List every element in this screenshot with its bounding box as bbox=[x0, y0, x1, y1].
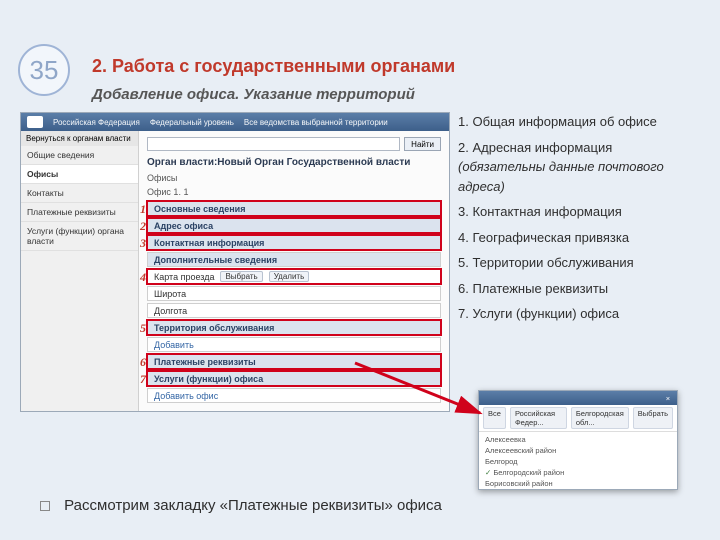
territory-popup: × Все Российская Федер... Белгородская о… bbox=[478, 390, 678, 490]
annotation-3: 3. Контактная информация bbox=[458, 202, 706, 222]
section-title: 2. Работа с государственными органами bbox=[92, 56, 455, 77]
annotation-5: 5. Территории обслуживания bbox=[458, 253, 706, 273]
map-delete-button[interactable]: Удалить bbox=[269, 271, 310, 282]
annotation-6: 6. Платежные реквизиты bbox=[458, 279, 706, 299]
search-button[interactable]: Найти bbox=[404, 137, 441, 151]
callout-number-7: 7 bbox=[132, 372, 146, 387]
topbar-crumb-2[interactable]: Федеральный уровень bbox=[150, 118, 234, 127]
offices-heading: Офисы bbox=[147, 173, 441, 183]
annotation-7: 7. Услуги (функции) офиса bbox=[458, 304, 706, 324]
row-map: 4 Карта проезда Выбрать Удалить bbox=[147, 269, 441, 284]
popup-item[interactable]: Белгород bbox=[485, 456, 671, 467]
row-general-info[interactable]: 1 Основные сведения bbox=[147, 201, 441, 216]
popup-tab-belgorod[interactable]: Белгородская обл... bbox=[571, 407, 629, 429]
row-address[interactable]: 2 Адрес офиса bbox=[147, 218, 441, 233]
sidebar-item-services[interactable]: Услуги (функции) органа власти bbox=[21, 222, 138, 251]
row-add-office[interactable]: Добавить офис bbox=[147, 388, 441, 403]
row-latitude[interactable]: Широта bbox=[147, 286, 441, 301]
topbar-crumb-3[interactable]: Все ведомства выбранной территории bbox=[244, 118, 388, 127]
callout-number-5: 5 bbox=[132, 321, 146, 336]
slide-number-badge: 35 bbox=[18, 44, 70, 96]
app-topbar: Российская Федерация Федеральный уровень… bbox=[21, 113, 449, 131]
main-panel: Найти Орган власти:Новый Орган Государст… bbox=[139, 131, 449, 411]
row-territory[interactable]: 5 Территория обслуживания bbox=[147, 320, 441, 335]
footer-note: Рассмотрим закладку «Платежные реквизиты… bbox=[40, 497, 442, 514]
callout-number-4: 4 bbox=[132, 270, 146, 285]
close-icon[interactable]: × bbox=[663, 394, 673, 403]
row-extra-section[interactable]: Дополнительные сведения bbox=[147, 252, 441, 267]
annotation-4: 4. Географическая привязка bbox=[458, 228, 706, 248]
annotation-list: 1. Общая информация об офисе 2. Адресная… bbox=[458, 112, 706, 330]
annotation-1: 1. Общая информация об офисе bbox=[458, 112, 706, 132]
popup-tab-russia[interactable]: Российская Федер... bbox=[510, 407, 567, 429]
search-input[interactable] bbox=[147, 137, 400, 151]
sidebar: Вернуться к органам власти Общие сведени… bbox=[21, 131, 139, 411]
sidebar-back-link[interactable]: Вернуться к органам власти bbox=[21, 131, 138, 146]
callout-number-2: 2 bbox=[132, 219, 146, 234]
row-contact-info[interactable]: 3 Контактная информация bbox=[147, 235, 441, 250]
callout-number-1: 1 bbox=[132, 202, 146, 217]
row-add-territory[interactable]: Добавить bbox=[147, 337, 441, 352]
sidebar-item-payments[interactable]: Платежные реквизиты bbox=[21, 203, 138, 222]
callout-number-3: 3 bbox=[132, 236, 146, 251]
sidebar-item-general[interactable]: Общие сведения bbox=[21, 146, 138, 165]
row-longitude[interactable]: Долгота bbox=[147, 303, 441, 318]
office-heading: Офис 1. 1 bbox=[147, 187, 441, 197]
sidebar-item-contacts[interactable]: Контакты bbox=[21, 184, 138, 203]
app-screenshot: Российская Федерация Федеральный уровень… bbox=[20, 112, 450, 412]
callout-number-6: 6 bbox=[132, 355, 146, 370]
map-select-button[interactable]: Выбрать bbox=[220, 271, 262, 282]
popup-titlebar: × bbox=[479, 391, 677, 405]
popup-item[interactable]: Алексеевка bbox=[485, 434, 671, 445]
popup-item[interactable]: Борисовский район bbox=[485, 478, 671, 489]
topbar-crumb-1[interactable]: Российская Федерация bbox=[53, 118, 140, 127]
row-office-services[interactable]: 7 Услуги (функции) офиса bbox=[147, 371, 441, 386]
sidebar-item-offices[interactable]: Офисы bbox=[21, 165, 138, 184]
popup-select-button[interactable]: Выбрать bbox=[633, 407, 673, 429]
popup-item-checked[interactable]: Белгородский район bbox=[485, 467, 671, 478]
org-title: Орган власти:Новый Орган Государственной… bbox=[147, 157, 441, 168]
annotation-2: 2. Адресная информация (обязательны данн… bbox=[458, 138, 706, 197]
bullet-icon bbox=[40, 501, 50, 511]
row-payment[interactable]: 6 Платежные реквизиты bbox=[147, 354, 441, 369]
section-subtitle: Добавление офиса. Указание территорий bbox=[92, 86, 415, 103]
popup-item[interactable]: Алексеевский район bbox=[485, 445, 671, 456]
popup-list: Алексеевка Алексеевский район Белгород Б… bbox=[479, 432, 677, 489]
popup-tab-all[interactable]: Все bbox=[483, 407, 506, 429]
app-logo bbox=[27, 116, 43, 128]
